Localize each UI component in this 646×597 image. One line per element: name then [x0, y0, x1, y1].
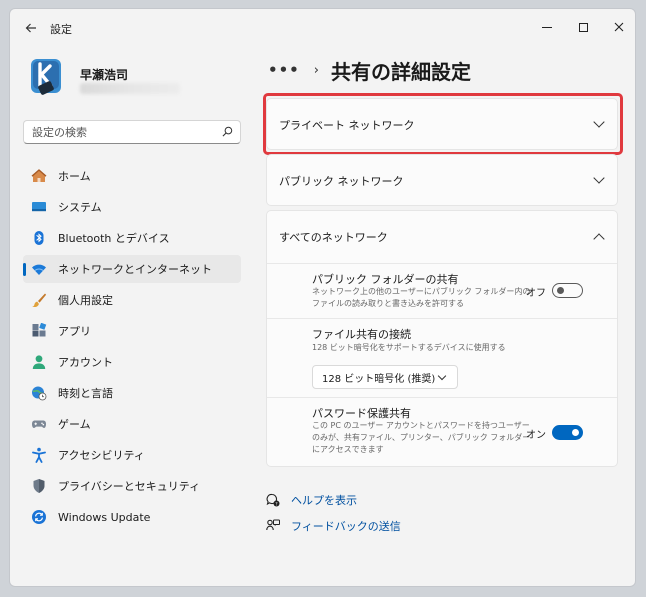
public-network-label: パブリック ネットワーク — [279, 175, 404, 188]
sidebar-item-label: アクセシビリティ — [58, 449, 145, 462]
encryption-dropdown[interactable]: 128 ビット暗号化 (推奨) — [312, 365, 458, 389]
avatar-logo-icon — [31, 59, 61, 95]
globe-clock-icon — [32, 386, 47, 401]
password-protected-sharing-state: オン — [526, 430, 546, 441]
public-folder-sharing-title: パブリック フォルダーの共有 — [312, 273, 459, 286]
sidebar-item-system[interactable]: システム — [23, 193, 241, 221]
gamepad-icon — [32, 420, 46, 428]
password-protected-sharing-desc: この PC のユーザー アカウントとパスワードを持つユーザー — [312, 421, 530, 430]
help-link-row[interactable]: ? ヘルプを表示 — [266, 491, 357, 509]
search-icon — [222, 126, 233, 137]
public-folder-sharing-desc: ファイルの読み取りと書き込みを許可する — [312, 299, 464, 308]
account-icon — [32, 355, 46, 369]
password-protected-sharing-row: パスワード保護共有 この PC のユーザー アカウントとパスワードを持つユーザー… — [267, 397, 617, 467]
public-folder-sharing-state: オフ — [526, 288, 546, 299]
sidebar-item-label: アカウント — [58, 356, 113, 369]
brush-icon — [32, 293, 47, 308]
update-icon — [32, 510, 46, 524]
encryption-dropdown-value: 128 ビット暗号化 (推奨) — [322, 373, 436, 385]
all-networks-label: すべてのネットワーク — [279, 231, 388, 244]
toggle-knob — [572, 429, 579, 436]
chevron-up-icon — [593, 233, 605, 245]
maximize-button[interactable] — [568, 15, 598, 39]
settings-window: 設定 早瀬浩司 ホーム システム Bluetooth とデバイス ネット — [9, 8, 636, 587]
file-sharing-connections-desc: 128 ビット暗号化をサポートするデバイスに使用する — [312, 343, 506, 352]
sidebar-item-accounts[interactable]: アカウント — [23, 348, 241, 376]
user-name: 早瀬浩司 — [80, 68, 129, 82]
home-icon — [31, 169, 47, 182]
search-input[interactable] — [32, 121, 212, 144]
system-icon — [32, 202, 46, 212]
toggle-knob — [557, 287, 564, 294]
highlight-frame — [263, 93, 623, 155]
sidebar-item-apps[interactable]: アプリ — [23, 317, 241, 345]
sidebar-item-label: アプリ — [58, 325, 91, 338]
user-email-blurred — [80, 83, 180, 94]
sidebar-item-home[interactable]: ホーム — [23, 162, 241, 190]
minimize-icon — [542, 26, 552, 28]
sidebar-item-label: ホーム — [58, 170, 91, 183]
all-networks-header[interactable]: すべてのネットワーク — [267, 211, 617, 263]
breadcrumb-more-button[interactable]: ••• — [268, 61, 300, 79]
public-folder-sharing-toggle[interactable] — [552, 283, 583, 298]
public-folder-sharing-row: パブリック フォルダーの共有 ネットワーク上の他のユーザーにパブリック フォルダ… — [267, 263, 617, 318]
file-sharing-connections-title: ファイル共有の接続 — [312, 328, 411, 341]
minimize-button[interactable] — [532, 15, 562, 39]
page-title: 共有の詳細設定 — [330, 59, 471, 84]
file-sharing-connections-row: ファイル共有の接続 128 ビット暗号化をサポートするデバイスに使用する 128… — [267, 318, 617, 397]
help-icon: ? — [266, 493, 280, 507]
search-box[interactable] — [23, 120, 241, 144]
shield-icon — [33, 479, 45, 493]
sidebar-item-label: ネットワークとインターネット — [58, 263, 212, 276]
accessibility-icon — [32, 447, 46, 463]
sidebar-item-bluetooth[interactable]: Bluetooth とデバイス — [23, 224, 241, 252]
help-link[interactable]: ヘルプを表示 — [291, 492, 357, 508]
sidebar-item-network[interactable]: ネットワークとインターネット — [23, 255, 241, 283]
back-arrow-icon — [25, 23, 36, 33]
sidebar-item-personalization[interactable]: 個人用設定 — [23, 286, 241, 314]
public-network-section[interactable]: パブリック ネットワーク — [266, 154, 618, 206]
sidebar-item-label: Windows Update — [58, 510, 151, 524]
sidebar-item-privacy[interactable]: プライバシーとセキュリティ — [23, 472, 241, 500]
bluetooth-icon — [34, 231, 44, 245]
feedback-link[interactable]: フィードバックの送信 — [291, 518, 401, 534]
all-networks-section: すべてのネットワーク パブリック フォルダーの共有 ネットワーク上の他のユーザー… — [266, 210, 618, 467]
avatar[interactable] — [25, 55, 65, 99]
password-protected-sharing-desc: のみが、共有ファイル、プリンター、パブリック フォルダー — [312, 433, 531, 442]
app-title: 設定 — [50, 23, 72, 36]
feedback-link-row[interactable]: フィードバックの送信 — [266, 517, 401, 535]
close-button[interactable] — [604, 15, 634, 39]
sidebar-item-accessibility[interactable]: アクセシビリティ — [23, 441, 241, 469]
password-protected-sharing-title: パスワード保護共有 — [312, 407, 411, 420]
back-button[interactable] — [20, 19, 42, 37]
chevron-down-icon — [437, 371, 447, 381]
close-icon — [614, 22, 624, 32]
title-bar: 設定 — [10, 9, 635, 47]
sidebar-item-windows-update[interactable]: Windows Update — [23, 503, 241, 531]
sidebar-item-label: 個人用設定 — [58, 294, 113, 307]
breadcrumb-separator: › — [313, 62, 319, 78]
sidebar-item-label: Bluetooth とデバイス — [58, 232, 170, 245]
maximize-icon — [578, 22, 588, 32]
sidebar-item-time-language[interactable]: 時刻と言語 — [23, 379, 241, 407]
wifi-icon — [32, 264, 46, 275]
sidebar-item-label: システム — [58, 201, 102, 214]
sidebar-item-label: ゲーム — [58, 418, 91, 431]
feedback-icon — [266, 519, 280, 531]
sidebar-item-label: プライバシーとセキュリティ — [58, 480, 201, 493]
breadcrumb: ••• › 共有の詳細設定 — [268, 57, 471, 84]
apps-icon — [32, 323, 47, 337]
sidebar-item-label: 時刻と言語 — [58, 387, 113, 400]
chevron-down-icon — [593, 172, 605, 184]
password-protected-sharing-desc: にアクセスできます — [312, 445, 384, 454]
sidebar-item-gaming[interactable]: ゲーム — [23, 410, 241, 438]
public-network-header[interactable]: パブリック ネットワーク — [267, 155, 617, 207]
public-folder-sharing-desc: ネットワーク上の他のユーザーにパブリック フォルダー内の — [312, 287, 531, 296]
password-protected-sharing-toggle[interactable] — [552, 425, 583, 440]
